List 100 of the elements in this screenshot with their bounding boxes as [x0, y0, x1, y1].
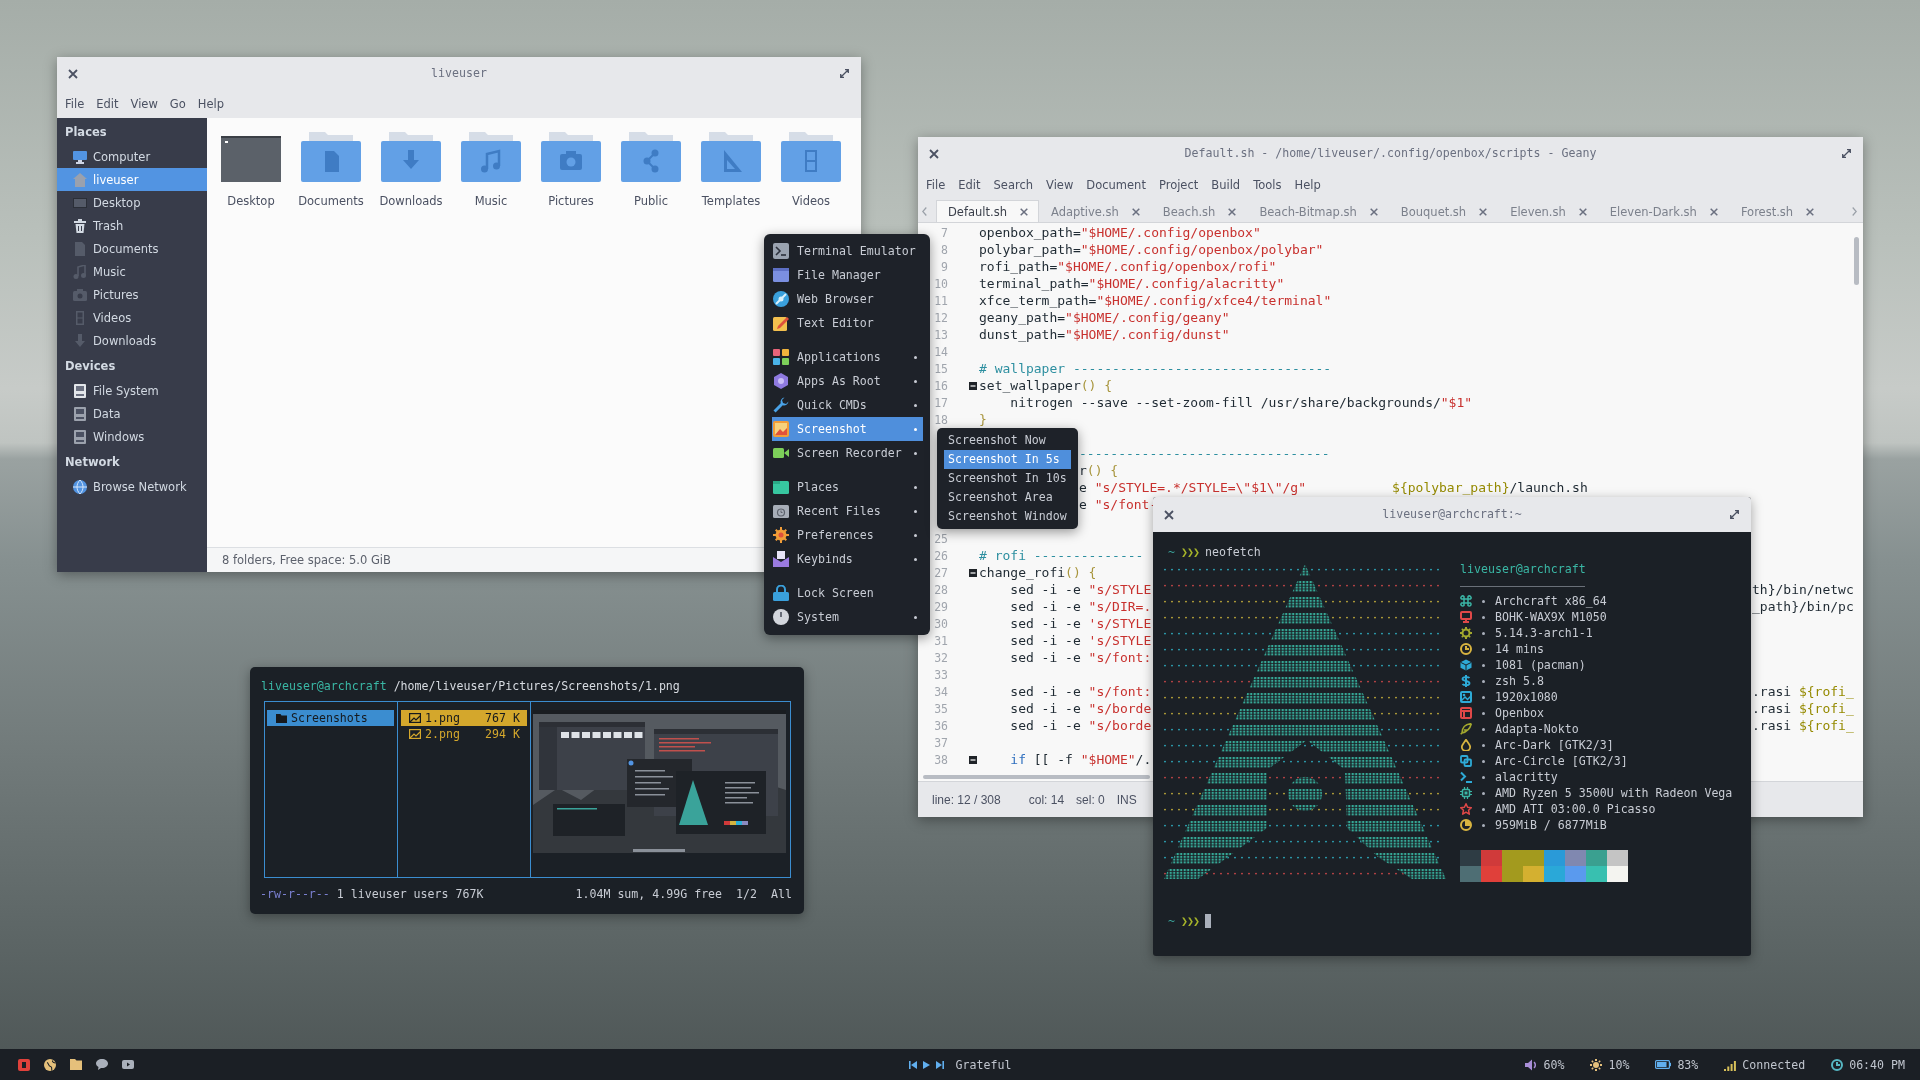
sidebar-item[interactable]: Data	[57, 402, 207, 425]
editor-tab[interactable]: Default.sh	[936, 200, 1039, 222]
globe-icon[interactable]	[44, 1058, 56, 1071]
fold-marker-icon[interactable]	[969, 381, 977, 390]
menu-item[interactable]: Search	[993, 177, 1034, 193]
sidebar-item[interactable]: Music	[57, 260, 207, 283]
line-number: 15	[934, 361, 948, 376]
menu-item[interactable]: Places	[772, 475, 923, 499]
maximize-icon[interactable]	[840, 69, 849, 78]
scrollbar-thumb[interactable]	[923, 774, 1150, 779]
info-value: Adapta-Nokto	[1495, 721, 1579, 737]
sidebar-item[interactable]: Downloads	[57, 329, 207, 352]
prompt-symbol: ❯❯❯	[1181, 913, 1199, 929]
status-indicator[interactable]: 10%	[1590, 1057, 1630, 1072]
fold-marker-icon[interactable]	[969, 568, 977, 577]
play-icon[interactable]	[922, 1060, 930, 1069]
folder-item[interactable]: Downloads	[371, 132, 451, 209]
menu-item[interactable]: Screenshot In 10s	[944, 469, 1071, 488]
menu-item[interactable]: File Manager	[772, 263, 923, 287]
status-indicator[interactable]: Connected	[1724, 1057, 1806, 1072]
close-icon[interactable]	[1479, 207, 1488, 216]
status-indicator[interactable]: 83%	[1655, 1057, 1699, 1072]
menu-item[interactable]: Lock Screen	[772, 581, 923, 605]
folder-item[interactable]: Desktop	[211, 132, 291, 209]
menu-item[interactable]: Keybinds	[772, 547, 923, 571]
sidebar-item[interactable]: Videos	[57, 306, 207, 329]
menu-item[interactable]: Build	[1211, 177, 1241, 193]
maximize-icon[interactable]	[1842, 149, 1851, 158]
line-number: 32	[934, 650, 948, 665]
menu-item[interactable]: Screenshot Area	[944, 488, 1071, 507]
menu-item[interactable]: Edit	[958, 177, 981, 193]
bullet-icon	[1482, 743, 1485, 747]
menu-item[interactable]: Go	[169, 96, 186, 112]
menu-item[interactable]: Terminal Emulator	[772, 239, 923, 263]
menu-item[interactable]: Tools	[1253, 177, 1282, 193]
chat-bubble-icon[interactable]	[96, 1059, 108, 1070]
code-line: rofi_path="$HOME/.config/openbox/rofi"	[979, 259, 1277, 274]
code-line: .rasi ${rofi_	[1752, 701, 1854, 716]
sidebar-item[interactable]: Pictures	[57, 283, 207, 306]
menu-item[interactable]: Recent Files	[772, 499, 923, 523]
menu-item[interactable]: Applications	[772, 345, 923, 369]
status-indicator[interactable]: 60%	[1525, 1057, 1565, 1072]
menu-item[interactable]: Help	[1294, 177, 1321, 193]
list-entry[interactable]: 1.png 767 K	[401, 710, 527, 726]
next-icon[interactable]	[935, 1060, 944, 1069]
menu-item[interactable]: Text Editor	[772, 311, 923, 335]
close-icon[interactable]	[1019, 207, 1028, 216]
close-icon[interactable]	[1806, 207, 1815, 216]
scrollbar-thumb[interactable]	[1854, 237, 1859, 285]
folder-item[interactable]: Pictures	[531, 132, 611, 209]
folder-item[interactable]: Music	[451, 132, 531, 209]
list-entry[interactable]: 2.png 294 K	[401, 726, 527, 742]
menu-item[interactable]: Document	[1086, 177, 1146, 193]
maximize-icon[interactable]	[1730, 510, 1739, 519]
previous-icon[interactable]	[908, 1060, 917, 1069]
menu-item[interactable]: View	[1046, 177, 1074, 193]
menu-item[interactable]: Edit	[96, 96, 119, 112]
menu-item[interactable]: File	[65, 96, 85, 112]
menu-item[interactable]: File	[926, 177, 946, 193]
close-icon[interactable]	[1369, 207, 1378, 216]
menu-item[interactable]: Screenshot Window	[944, 507, 1071, 526]
folder-item[interactable]: Public	[611, 132, 691, 209]
line-number: 12	[934, 310, 948, 325]
menu-item[interactable]: View	[130, 96, 158, 112]
sidebar-item[interactable]: Browse Network	[57, 475, 207, 498]
sidebar-item[interactable]: Trash	[57, 214, 207, 237]
close-icon[interactable]	[929, 148, 939, 159]
code-line: --------------------------------	[1079, 446, 1330, 461]
close-icon[interactable]	[68, 68, 78, 79]
close-icon[interactable]	[1164, 509, 1174, 520]
close-icon[interactable]	[1709, 207, 1718, 216]
folder-item[interactable]: Documents	[291, 132, 371, 209]
menu-item[interactable]: Help	[197, 96, 224, 112]
status-indicator[interactable]: 06:40 PM	[1831, 1057, 1905, 1072]
directory-item[interactable]: Screenshots	[267, 710, 394, 726]
menu-item[interactable]: Screen Recorder	[772, 441, 923, 465]
square-icon[interactable]	[18, 1058, 30, 1071]
folder-item[interactable]: Videos	[771, 132, 851, 209]
line-number: 35	[934, 701, 948, 716]
video-icon[interactable]	[122, 1060, 134, 1069]
menu-item[interactable]: System	[772, 605, 923, 629]
sidebar-item[interactable]: File System	[57, 379, 207, 402]
sidebar-item[interactable]: Windows	[57, 425, 207, 448]
menu-item[interactable]: Screenshot Now	[944, 431, 1071, 450]
bullet-icon	[1482, 727, 1485, 731]
sidebar-item[interactable]: Documents	[57, 237, 207, 260]
menu-item[interactable]: Web Browser	[772, 287, 923, 311]
fold-marker-icon[interactable]	[969, 755, 977, 764]
sidebar-item[interactable]: Computer	[57, 145, 207, 168]
menu-item[interactable]: Preferences	[772, 523, 923, 547]
folder-icon[interactable]	[70, 1059, 82, 1070]
menu-item[interactable]: Apps As Root	[772, 369, 923, 393]
menu-item[interactable]: Quick CMDs	[772, 393, 923, 417]
sidebar-item[interactable]: Desktop	[57, 191, 207, 214]
close-icon[interactable]	[1131, 207, 1140, 216]
close-icon[interactable]	[1228, 207, 1237, 216]
code-line: terminal_path="$HOME/.config/alacritty"	[979, 276, 1285, 291]
menu-item[interactable]: Project	[1158, 177, 1199, 193]
close-icon[interactable]	[1578, 207, 1587, 216]
folder-item[interactable]: Templates	[691, 132, 771, 209]
